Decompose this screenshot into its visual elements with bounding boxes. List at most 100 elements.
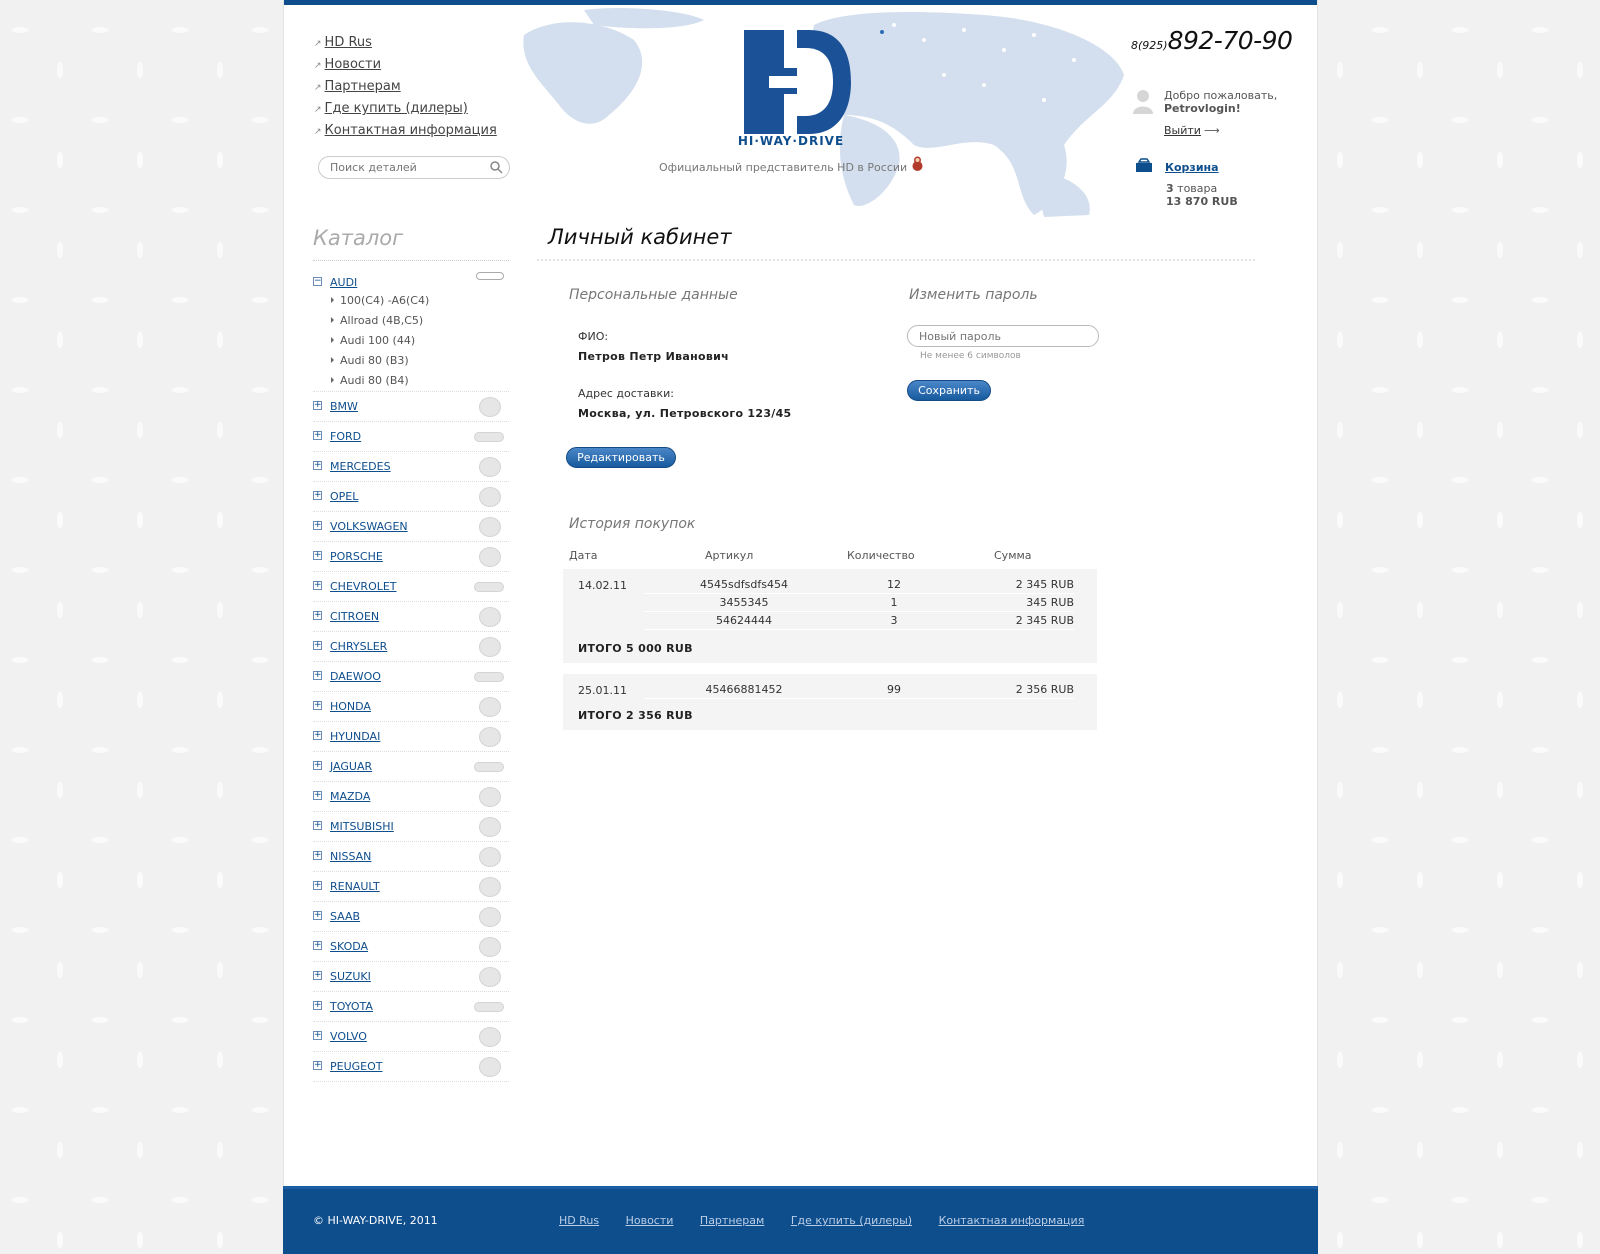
peugeot-logo-icon bbox=[479, 1057, 501, 1077]
model-label: Audi 80 (B3) bbox=[340, 354, 409, 367]
brand-link[interactable]: FORD bbox=[330, 430, 361, 443]
address-label: Адрес доставки: bbox=[578, 387, 674, 400]
column-header: Сумма bbox=[994, 549, 1032, 562]
order-total: ИТОГО 5 000 RUB bbox=[578, 642, 693, 655]
footer-link-dealers[interactable]: Где купить (дилеры) bbox=[791, 1214, 912, 1227]
brand-link[interactable]: RENAULT bbox=[330, 880, 380, 893]
brand-link[interactable]: JAGUAR bbox=[330, 760, 372, 773]
nav-link[interactable]: HD Rus bbox=[325, 35, 372, 50]
nav-item-contacts[interactable]: ↗ Контактная информация bbox=[314, 120, 497, 142]
brand-link[interactable]: MITSUBISHI bbox=[330, 820, 394, 833]
bmw-logo-icon bbox=[479, 397, 501, 417]
table-row: 54624444 3 2 345 RUB bbox=[644, 612, 1074, 630]
expand-icon[interactable]: + bbox=[313, 731, 322, 740]
brand-link[interactable]: SKODA bbox=[330, 940, 368, 953]
model-item[interactable]: 100(C4) -A6(C4) bbox=[331, 291, 429, 311]
expand-icon[interactable]: + bbox=[313, 491, 322, 500]
footer-link-news[interactable]: Новости bbox=[626, 1214, 674, 1227]
brand-link[interactable]: HYUNDAI bbox=[330, 730, 380, 743]
brand-link[interactable]: AUDI bbox=[330, 276, 357, 289]
expand-icon[interactable]: + bbox=[313, 1061, 322, 1070]
brand-link[interactable]: NISSAN bbox=[330, 850, 371, 863]
brand-list: − AUDI 100(C4) -A6(C4) Allroad (4B,C5) A… bbox=[313, 268, 509, 1082]
order-date: 25.01.11 bbox=[578, 684, 627, 697]
footer-link-partners[interactable]: Партнерам bbox=[700, 1214, 764, 1227]
brand-link[interactable]: SUZUKI bbox=[330, 970, 371, 983]
column-header: Дата bbox=[569, 549, 598, 562]
brand-item-skoda: + SKODA bbox=[313, 932, 509, 962]
expand-icon[interactable]: + bbox=[313, 971, 322, 980]
model-item[interactable]: Audi 100 (44) bbox=[331, 331, 429, 351]
model-item[interactable]: Audi 80 (B3) bbox=[331, 351, 429, 371]
expand-icon[interactable]: + bbox=[313, 761, 322, 770]
logo-text: HI·WAY·DRIVE bbox=[737, 134, 845, 148]
search-icon[interactable] bbox=[489, 160, 503, 174]
user-icon bbox=[1133, 90, 1153, 114]
nav-link[interactable]: Партнерам bbox=[325, 79, 401, 94]
brand-link[interactable]: VOLVO bbox=[330, 1030, 367, 1043]
brand-link[interactable]: PORSCHE bbox=[330, 550, 383, 563]
footer-nav-item: Новости bbox=[626, 1214, 674, 1227]
cart-icon[interactable] bbox=[1135, 158, 1153, 173]
brand-link[interactable]: TOYOTA bbox=[330, 1000, 373, 1013]
brand-link[interactable]: CHEVROLET bbox=[330, 580, 397, 593]
expand-icon[interactable]: + bbox=[313, 941, 322, 950]
brand-link[interactable]: MAZDA bbox=[330, 790, 370, 803]
nav-link[interactable]: Контактная информация bbox=[325, 123, 497, 138]
expand-icon[interactable]: + bbox=[313, 791, 322, 800]
expand-icon[interactable]: + bbox=[313, 881, 322, 890]
expand-icon[interactable]: + bbox=[313, 1001, 322, 1010]
chrysler-logo-icon bbox=[479, 637, 501, 657]
change-password-title: Изменить пароль bbox=[909, 287, 1038, 303]
brand-link[interactable]: BMW bbox=[330, 400, 358, 413]
expand-icon[interactable]: + bbox=[313, 521, 322, 530]
purchase-history-title: История покупок bbox=[569, 516, 696, 532]
expand-icon[interactable]: + bbox=[313, 671, 322, 680]
model-item[interactable]: Allroad (4B,C5) bbox=[331, 311, 429, 331]
expand-icon[interactable]: + bbox=[313, 1031, 322, 1040]
nav-link[interactable]: Где купить (дилеры) bbox=[325, 101, 468, 116]
jaguar-logo-icon bbox=[474, 762, 504, 772]
expand-icon[interactable]: + bbox=[313, 911, 322, 920]
logout-block: Выйти ⟶ bbox=[1164, 124, 1220, 137]
save-button[interactable]: Сохранить bbox=[907, 380, 991, 401]
brand-link[interactable]: MERCEDES bbox=[330, 460, 391, 473]
brand-link[interactable]: SAAB bbox=[330, 910, 360, 923]
skoda-logo-icon bbox=[479, 937, 501, 957]
new-password-input[interactable] bbox=[919, 326, 1089, 346]
chevrolet-logo-icon bbox=[474, 582, 504, 592]
expand-icon[interactable]: + bbox=[313, 821, 322, 830]
expand-icon[interactable]: + bbox=[313, 581, 322, 590]
brand-link[interactable]: CITROEN bbox=[330, 610, 379, 623]
nav-item-dealers[interactable]: ↗ Где купить (дилеры) bbox=[314, 98, 497, 120]
footer-link-hd-rus[interactable]: HD Rus bbox=[559, 1214, 599, 1227]
nav-link[interactable]: Новости bbox=[325, 57, 382, 72]
nav-item-partners[interactable]: ↗ Партнерам bbox=[314, 76, 497, 98]
expand-icon[interactable]: + bbox=[313, 431, 322, 440]
logout-link[interactable]: Выйти bbox=[1164, 124, 1201, 137]
collapse-icon[interactable]: − bbox=[313, 277, 322, 286]
model-item[interactable]: Audi 80 (B4) bbox=[331, 371, 429, 391]
edit-button[interactable]: Редактировать bbox=[566, 447, 676, 468]
search-input[interactable] bbox=[330, 157, 490, 178]
expand-icon[interactable]: + bbox=[313, 611, 322, 620]
brand-link[interactable]: DAEWOO bbox=[330, 670, 381, 683]
expand-icon[interactable]: + bbox=[313, 551, 322, 560]
brand-link[interactable]: CHRYSLER bbox=[330, 640, 387, 653]
arrow-icon: ↗ bbox=[314, 39, 322, 49]
cart-link[interactable]: Корзина bbox=[1165, 161, 1219, 174]
expand-icon[interactable]: + bbox=[313, 641, 322, 650]
expand-icon[interactable]: + bbox=[313, 851, 322, 860]
brand-link[interactable]: VOLKSWAGEN bbox=[330, 520, 408, 533]
expand-icon[interactable]: + bbox=[313, 461, 322, 470]
expand-icon[interactable]: + bbox=[313, 401, 322, 410]
footer-link-contacts[interactable]: Контактная информация bbox=[939, 1214, 1085, 1227]
expand-icon[interactable]: + bbox=[313, 701, 322, 710]
brand-item-saab: + SAAB bbox=[313, 902, 509, 932]
nav-item-news[interactable]: ↗ Новости bbox=[314, 54, 497, 76]
brand-link[interactable]: OPEL bbox=[330, 490, 358, 503]
brand-link[interactable]: PEUGEOT bbox=[330, 1060, 383, 1073]
brand-link[interactable]: HONDA bbox=[330, 700, 371, 713]
sum-cell: 2 345 RUB bbox=[1015, 578, 1074, 591]
nav-item-hd-rus[interactable]: ↗ HD Rus bbox=[314, 32, 497, 54]
